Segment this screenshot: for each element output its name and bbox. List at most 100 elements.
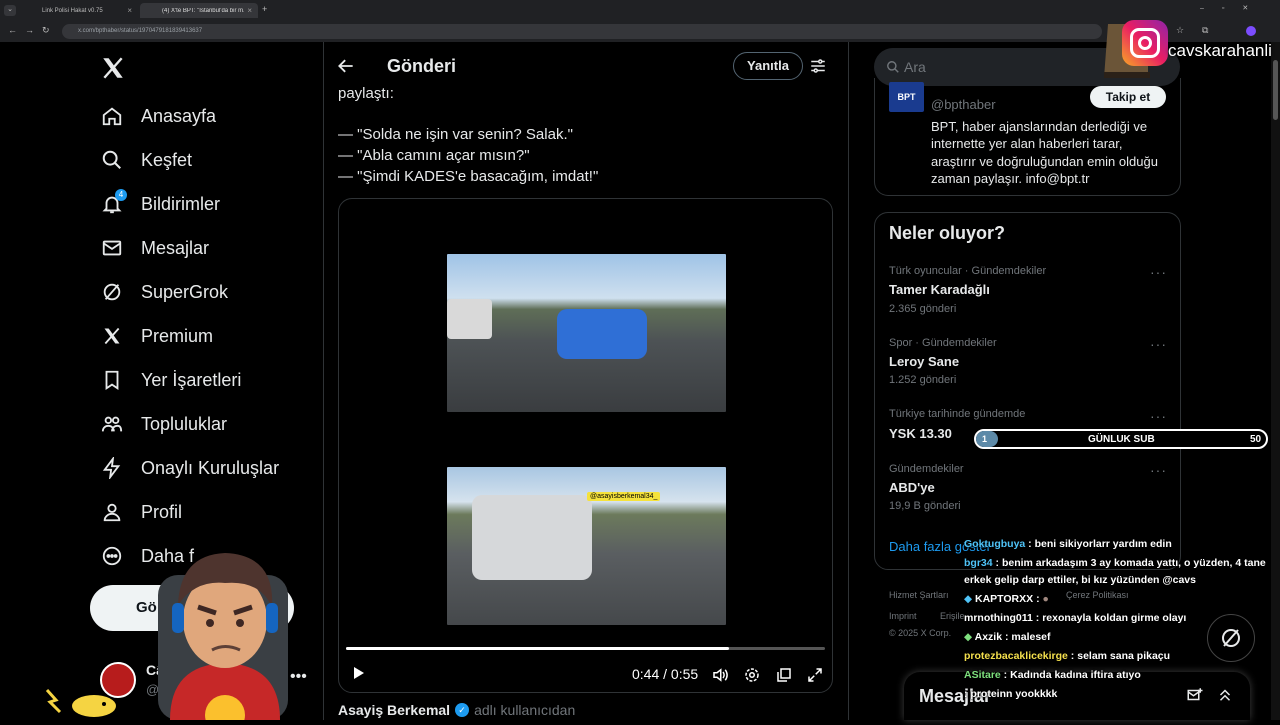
back-arrow-icon[interactable]: [336, 56, 356, 81]
grok-floating-button[interactable]: [1207, 614, 1255, 662]
x-logo-icon: [100, 324, 124, 348]
page-title: Gönderi: [387, 56, 457, 76]
chat-text: selam sana pikaçu: [1077, 650, 1171, 662]
pikachu-sticker-image: [42, 682, 122, 718]
scrollbar-thumb[interactable]: [1273, 60, 1278, 120]
sidebar-item-bookmarks[interactable]: Yer İşaretleri: [100, 365, 241, 395]
divider: [323, 42, 324, 720]
x-logo-icon[interactable]: [100, 55, 126, 86]
chat-text: erkek gelip darp ettiler, bi kız yüzünde…: [964, 574, 1196, 586]
chat-text: beni sikiyorlarr yardım edin: [1034, 538, 1172, 550]
bpt-logo: BPT: [889, 82, 924, 112]
sidebar-item-supergrok[interactable]: SuperGrok: [100, 277, 228, 307]
trend-name[interactable]: Tamer Karadağlı: [889, 282, 990, 297]
compose-message-icon[interactable]: [1186, 686, 1204, 709]
verified-badge-icon: ✓: [455, 703, 470, 717]
reload-icon[interactable]: ↻: [42, 25, 50, 36]
trend-name[interactable]: ABD'ye: [889, 480, 935, 495]
chat-message: : proteinn yookkkk: [964, 688, 1058, 700]
volume-icon[interactable]: [711, 666, 729, 689]
notification-badge: 4: [115, 189, 127, 201]
chat-user: KAPTORXX: [975, 593, 1034, 605]
lightning-icon: [100, 456, 124, 480]
address-bar[interactable]: x.com/bpthaber/status/197047918183941363…: [62, 24, 1102, 39]
chat-message: ASitare : Kadında kadına iftira atıyo: [964, 669, 1141, 681]
gear-icon[interactable]: [743, 666, 761, 689]
profile-bio-line: BPT, haber ajanslarından derlediği ve: [931, 119, 1148, 134]
sidebar-item-communities[interactable]: Topluluklar: [100, 409, 227, 439]
search-icon: [887, 61, 899, 73]
sidebar-item-label: Premium: [141, 325, 214, 346]
video-player[interactable]: @asayisberkemal34_ 0:44 / 0:55: [338, 198, 833, 693]
new-tab-icon[interactable]: +: [262, 4, 267, 14]
footer-link[interactable]: Hizmet Şartları: [889, 590, 949, 600]
fullscreen-icon[interactable]: [806, 666, 824, 689]
video-time-total: 0:55: [670, 666, 699, 682]
footer-link[interactable]: Imprint: [889, 611, 917, 621]
video-progress-fill: [346, 647, 730, 650]
instagram-icon: [1122, 20, 1168, 66]
sidebar-item-verified-orgs[interactable]: Onaylı Kuruluşlar: [100, 453, 279, 483]
video-watermark: @asayisberkemal34_: [587, 492, 661, 501]
follow-button[interactable]: Takip et: [1090, 86, 1166, 108]
chat-message: ◆ KAPTORXX : ●: [964, 593, 1049, 605]
bookmark-star-icon[interactable]: ☆: [1176, 25, 1184, 36]
chat-text: benim arkadaşım 3 ay komada yattı, o yüz…: [1001, 557, 1266, 569]
chat-user: ASitare: [964, 669, 1001, 681]
back-icon[interactable]: ←: [8, 25, 17, 35]
popout-icon[interactable]: [775, 666, 793, 689]
tab-1[interactable]: Link Polisi Hakat v0.75 ×: [20, 3, 138, 18]
copyright: © 2025 X Corp.: [889, 628, 952, 638]
sidebar-item-messages[interactable]: Mesajlar: [100, 233, 209, 263]
chat-user: bgr34: [964, 557, 993, 569]
chat-user: protezbacaklicekirge: [964, 650, 1068, 662]
sidebar-item-premium[interactable]: Premium: [100, 321, 213, 351]
forward-icon[interactable]: →: [25, 25, 34, 35]
scrollbar[interactable]: [1271, 42, 1280, 720]
trend-name[interactable]: Leroy Sane: [889, 354, 959, 369]
tweet-text-line: — "Şimdi KADES'e basacağım, imdat!": [338, 168, 599, 185]
profile-bio: BPT, haber ajanslarından derlediği ve in…: [931, 118, 1176, 187]
sidebar-item-explore[interactable]: Keşfet: [100, 145, 192, 175]
divider: [848, 42, 849, 720]
settings-sliders-icon[interactable]: [809, 57, 827, 80]
trend-more-icon[interactable]: ···: [1150, 336, 1167, 352]
video-progress-track[interactable]: [346, 647, 825, 650]
trend-count: 1.252 gönderi: [889, 374, 957, 386]
tab-search-icon[interactable]: ⌄: [4, 5, 16, 16]
trends-title: Neler oluyor?: [889, 223, 1006, 243]
reply-button-label: Yanıtla: [747, 58, 789, 73]
sub-goal-target: 50: [1250, 434, 1262, 445]
extensions-icon[interactable]: ⧉: [1202, 25, 1208, 36]
chat-message: protezbacaklicekirge : selam sana pikaçu: [964, 650, 1171, 662]
trend-name[interactable]: YSK 13.30: [889, 426, 952, 441]
source-attribution[interactable]: Asayiş Berkemal ✓ adlı kullanıcıdan: [338, 702, 575, 718]
tab-2[interactable]: (4) X'te BPT: "İstanbul'da bir m... ×: [140, 3, 258, 18]
chat-user: Axzik: [974, 631, 1003, 643]
sidebar-item-label: Mesajlar: [141, 237, 210, 258]
tab-1-title: Link Polisi Hakat v0.75: [42, 7, 103, 14]
tab-close-icon[interactable]: ×: [127, 6, 132, 15]
chat-text: malesef: [1011, 631, 1051, 643]
trend-more-icon[interactable]: ···: [1150, 462, 1167, 478]
play-icon[interactable]: [350, 665, 366, 686]
sub-goal-bar: 1 GÜNLUK SUB 50: [974, 429, 1268, 449]
reply-button[interactable]: Yanıtla: [733, 52, 803, 80]
footer-link[interactable]: Erişile: [940, 611, 965, 621]
video-frame-top: [447, 254, 726, 412]
tab-close-icon[interactable]: ×: [247, 6, 252, 15]
trend-more-icon[interactable]: ···: [1150, 264, 1167, 280]
sidebar-item-profile[interactable]: Profil: [100, 497, 182, 527]
profile-avatar[interactable]: [1246, 26, 1256, 36]
emote-icon: ●: [1042, 593, 1049, 605]
sidebar-item-home[interactable]: Anasayfa: [100, 101, 216, 131]
chat-message: Goktugbuya : beni sikiyorlarr yardım edi…: [964, 538, 1172, 550]
search-icon: [100, 148, 124, 172]
video-time-current: 0:44: [632, 666, 660, 682]
chat-user: Goktugbuya: [964, 538, 1026, 550]
mail-icon: [100, 236, 124, 260]
expand-chevron-icon[interactable]: [1216, 686, 1234, 709]
trend-more-icon[interactable]: ···: [1150, 408, 1167, 424]
footer-link[interactable]: Çerez Politikası: [1066, 590, 1129, 600]
window-controls[interactable]: –▫✕: [1200, 4, 1266, 12]
